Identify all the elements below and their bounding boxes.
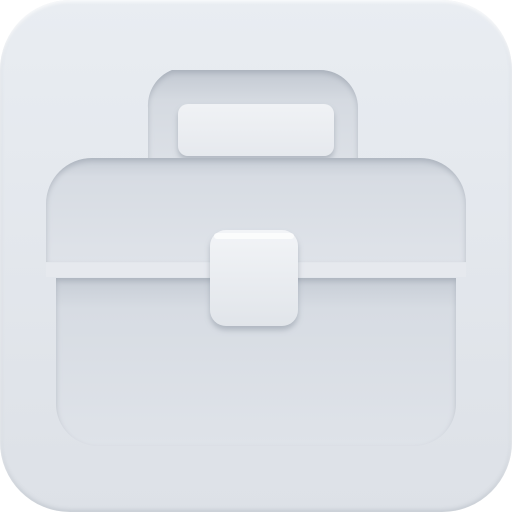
briefcase-clasp <box>210 230 298 326</box>
app-icon-stage <box>0 0 512 512</box>
briefcase-icon <box>46 70 466 446</box>
briefcase-handle <box>147 70 358 170</box>
